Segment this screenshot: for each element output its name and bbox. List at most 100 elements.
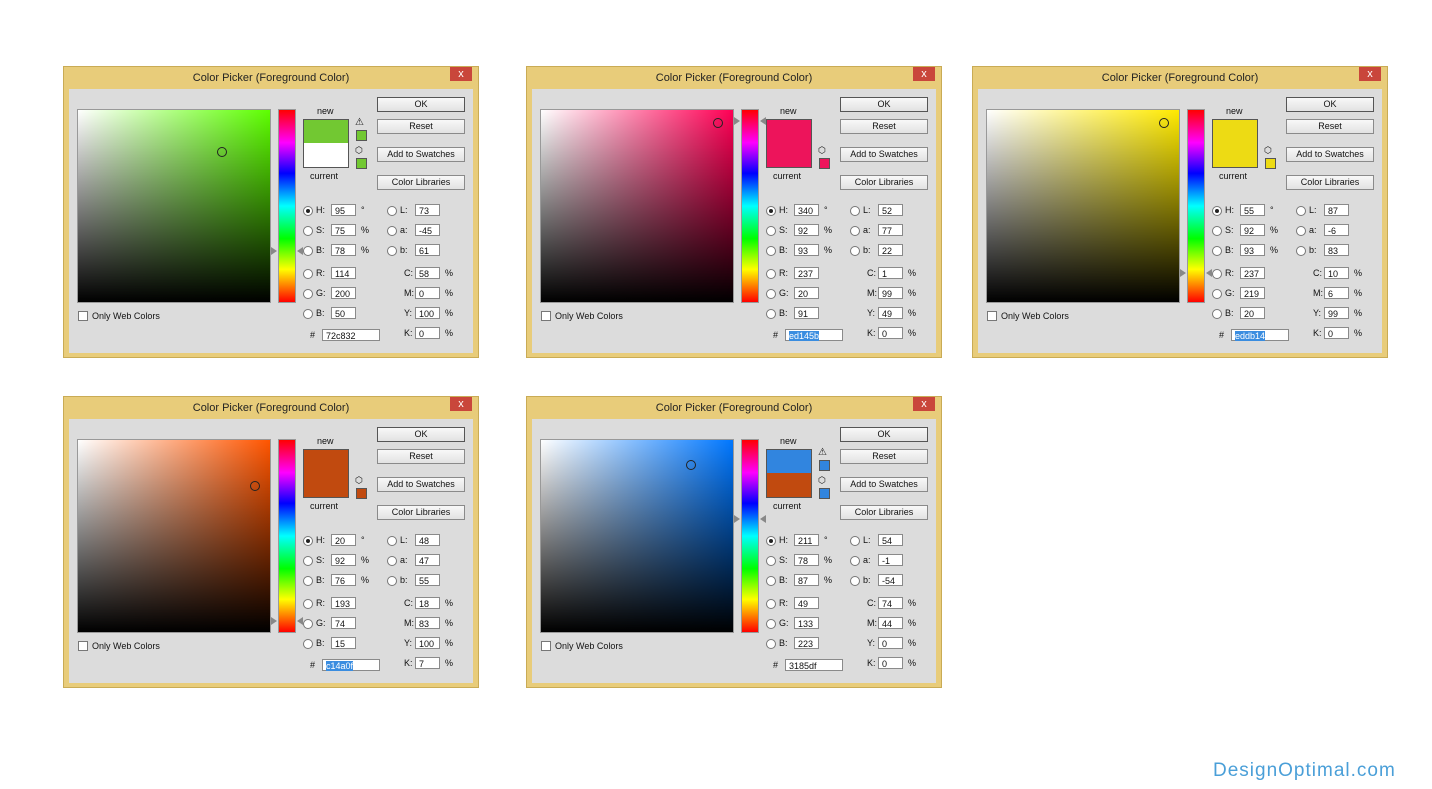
- magenta-field[interactable]: 83: [415, 617, 440, 629]
- reset-button[interactable]: Reset: [840, 119, 928, 134]
- red-field[interactable]: 114: [331, 267, 356, 279]
- only-web-colors-checkbox[interactable]: [541, 311, 551, 321]
- blue-radio[interactable]: [766, 639, 776, 649]
- hue-slider[interactable]: [741, 109, 759, 303]
- yellow-field[interactable]: 100: [415, 637, 440, 649]
- saturation-field[interactable]: 92: [794, 224, 819, 236]
- green-radio[interactable]: [303, 289, 313, 299]
- green-radio[interactable]: [766, 619, 776, 629]
- saturation-field[interactable]: 92: [331, 554, 356, 566]
- blue-field[interactable]: 20: [1240, 307, 1265, 319]
- magenta-field[interactable]: 6: [1324, 287, 1349, 299]
- green-field[interactable]: 133: [794, 617, 819, 629]
- brightness-field[interactable]: 76: [331, 574, 356, 586]
- green-radio[interactable]: [766, 289, 776, 299]
- blue-field[interactable]: 15: [331, 637, 356, 649]
- color-field[interactable]: [540, 109, 734, 303]
- hue-slider-left-arrow[interactable]: [734, 116, 740, 125]
- b-channel-field[interactable]: 55: [415, 574, 440, 586]
- reset-button[interactable]: Reset: [1286, 119, 1374, 134]
- web-safe-swatch[interactable]: [819, 158, 830, 169]
- add-to-swatches-button[interactable]: Add to Swatches: [840, 477, 928, 492]
- brightness-radio[interactable]: [303, 246, 313, 256]
- yellow-field[interactable]: 100: [415, 307, 440, 319]
- brightness-radio[interactable]: [766, 246, 776, 256]
- blue-radio[interactable]: [303, 309, 313, 319]
- cyan-field[interactable]: 10: [1324, 267, 1349, 279]
- a-channel-field[interactable]: 77: [878, 224, 903, 236]
- add-to-swatches-button[interactable]: Add to Swatches: [377, 477, 465, 492]
- b-channel-field[interactable]: 83: [1324, 244, 1349, 256]
- close-button[interactable]: x: [1359, 67, 1381, 81]
- yellow-field[interactable]: 99: [1324, 307, 1349, 319]
- key-field[interactable]: 0: [878, 327, 903, 339]
- lightness-radio[interactable]: [387, 206, 397, 216]
- hue-slider-left-arrow[interactable]: [271, 617, 277, 626]
- web-safe-cube-icon[interactable]: ⬡: [355, 145, 363, 156]
- close-button[interactable]: x: [450, 67, 472, 81]
- web-safe-cube-icon[interactable]: ⬡: [1264, 145, 1272, 156]
- hue-radio[interactable]: [303, 206, 313, 216]
- lightness-field[interactable]: 87: [1324, 204, 1349, 216]
- brightness-radio[interactable]: [1212, 246, 1222, 256]
- web-safe-cube-icon[interactable]: ⬡: [355, 475, 363, 486]
- add-to-swatches-button[interactable]: Add to Swatches: [840, 147, 928, 162]
- red-radio[interactable]: [1212, 269, 1222, 279]
- color-libraries-button[interactable]: Color Libraries: [377, 175, 465, 190]
- hex-input[interactable]: eddb14: [1231, 329, 1289, 341]
- green-field[interactable]: 200: [331, 287, 356, 299]
- lightness-field[interactable]: 48: [415, 534, 440, 546]
- hex-input[interactable]: c14a0f: [322, 659, 380, 671]
- color-field-cursor[interactable]: [1158, 118, 1169, 129]
- close-button[interactable]: x: [913, 67, 935, 81]
- web-safe-swatch[interactable]: [1265, 158, 1276, 169]
- green-field[interactable]: 20: [794, 287, 819, 299]
- brightness-field[interactable]: 87: [794, 574, 819, 586]
- color-field-cursor[interactable]: [249, 481, 260, 492]
- red-field[interactable]: 237: [1240, 267, 1265, 279]
- add-to-swatches-button[interactable]: Add to Swatches: [377, 147, 465, 162]
- magenta-field[interactable]: 44: [878, 617, 903, 629]
- ok-button[interactable]: OK: [377, 97, 465, 112]
- b-channel-field[interactable]: -54: [878, 574, 903, 586]
- only-web-colors-checkbox[interactable]: [78, 311, 88, 321]
- b-channel-radio[interactable]: [850, 246, 860, 256]
- b-channel-radio[interactable]: [387, 576, 397, 586]
- key-field[interactable]: 0: [1324, 327, 1349, 339]
- brightness-radio[interactable]: [766, 576, 776, 586]
- lightness-field[interactable]: 73: [415, 204, 440, 216]
- web-safe-cube-icon[interactable]: ⬡: [818, 475, 826, 486]
- hue-field[interactable]: 20: [331, 534, 356, 546]
- brightness-field[interactable]: 78: [331, 244, 356, 256]
- key-field[interactable]: 0: [415, 327, 440, 339]
- saturation-radio[interactable]: [766, 556, 776, 566]
- saturation-field[interactable]: 92: [1240, 224, 1265, 236]
- saturation-field[interactable]: 78: [794, 554, 819, 566]
- yellow-field[interactable]: 0: [878, 637, 903, 649]
- ok-button[interactable]: OK: [840, 97, 928, 112]
- ok-button[interactable]: OK: [840, 427, 928, 442]
- cyan-field[interactable]: 74: [878, 597, 903, 609]
- ok-button[interactable]: OK: [1286, 97, 1374, 112]
- color-field-cursor[interactable]: [217, 147, 227, 158]
- current-color-swatch[interactable]: [766, 473, 812, 498]
- web-safe-swatch[interactable]: [356, 158, 367, 169]
- only-web-colors-checkbox[interactable]: [541, 641, 551, 651]
- green-radio[interactable]: [1212, 289, 1222, 299]
- b-channel-field[interactable]: 61: [415, 244, 440, 256]
- hue-slider-left-arrow[interactable]: [734, 515, 740, 524]
- hue-radio[interactable]: [303, 536, 313, 546]
- a-channel-field[interactable]: -1: [878, 554, 903, 566]
- saturation-radio[interactable]: [766, 226, 776, 236]
- blue-radio[interactable]: [766, 309, 776, 319]
- green-field[interactable]: 219: [1240, 287, 1265, 299]
- a-channel-radio[interactable]: [387, 556, 397, 566]
- hue-field[interactable]: 95: [331, 204, 356, 216]
- red-field[interactable]: 237: [794, 267, 819, 279]
- cyan-field[interactable]: 1: [878, 267, 903, 279]
- out-of-gamut-warning-icon[interactable]: ⚠: [818, 447, 827, 458]
- hue-slider[interactable]: [741, 439, 759, 633]
- saturation-radio[interactable]: [303, 226, 313, 236]
- a-channel-field[interactable]: -45: [415, 224, 440, 236]
- blue-radio[interactable]: [1212, 309, 1222, 319]
